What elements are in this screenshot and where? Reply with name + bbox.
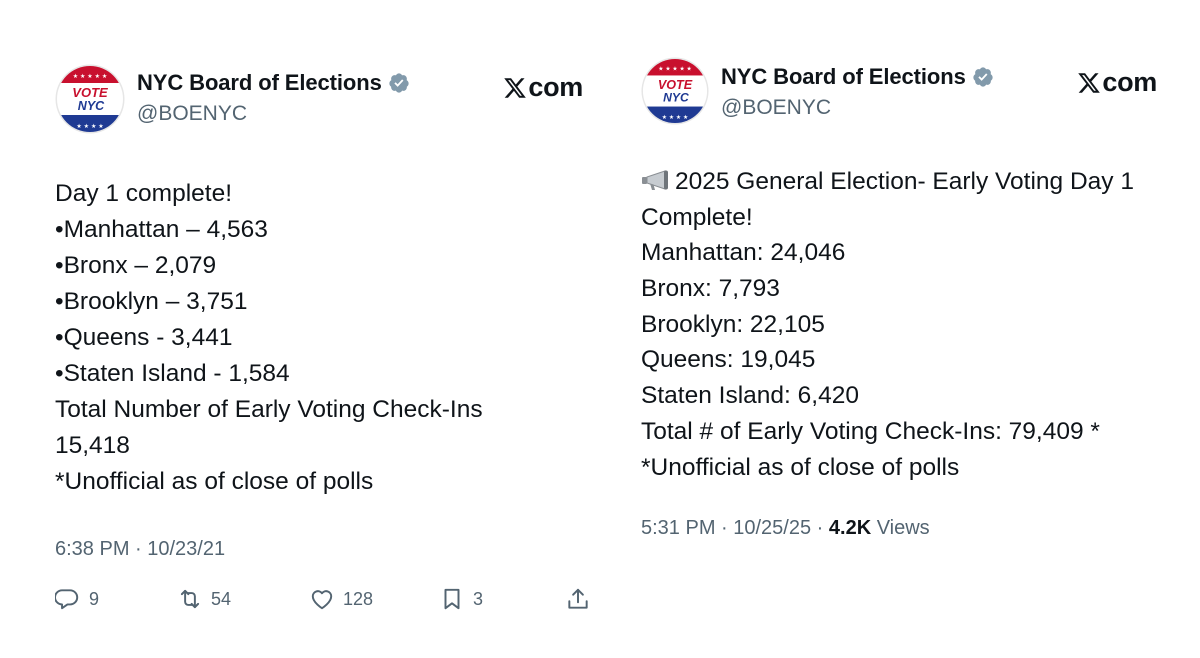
reply-count: 9	[89, 588, 100, 609]
svg-text:★ ★ ★ ★: ★ ★ ★ ★	[76, 123, 103, 130]
tweet-line: •Queens - 3,441	[55, 324, 233, 351]
svg-text:VOTE: VOTE	[72, 85, 108, 100]
svg-text:★ ★ ★ ★ ★: ★ ★ ★ ★ ★	[73, 73, 108, 80]
tweet-line: Queens: 19,045	[641, 346, 816, 374]
like-button[interactable]: 128	[309, 586, 373, 612]
avatar[interactable]: ★ ★ ★ ★ ★ ★ ★ ★ ★ VOTE NYC	[55, 64, 125, 134]
heart-icon	[311, 590, 333, 610]
tweet-line: •Staten Island - 1,584	[55, 360, 290, 387]
retweet-icon	[180, 589, 200, 609]
timestamp[interactable]: 6:38 PM · 10/23/21	[55, 538, 225, 561]
tweet-line: •Bronx – 2,079	[55, 252, 217, 279]
tweet-card-2025[interactable]: ★ ★ ★ ★ ★ ★ ★ ★ ★ VOTE NYC NYC Board of …	[641, 57, 1181, 557]
x-com-watermark: com	[503, 72, 583, 103]
tweet-line: Total Number of Early Voting Check-Ins	[55, 396, 483, 423]
like-count: 128	[343, 588, 374, 609]
x-logo-icon	[503, 76, 527, 100]
display-name[interactable]: NYC Board of Elections	[721, 64, 966, 90]
retweet-button[interactable]: 54	[177, 586, 231, 612]
author-row: NYC Board of Elections	[721, 64, 994, 90]
svg-text:★ ★ ★ ★ ★: ★ ★ ★ ★ ★	[658, 66, 691, 73]
tweet-text: Day 1 complete! •Manhattan – 4,563 •Bron…	[55, 176, 483, 500]
tweet-line: Day 1 complete!	[55, 180, 233, 207]
bookmark-icon	[444, 588, 460, 610]
bookmark-button[interactable]: 3	[439, 586, 483, 612]
tweet-line: Complete!	[641, 203, 753, 231]
tweet-line: Staten Island: 6,420	[641, 382, 859, 410]
author-row: NYC Board of Elections	[137, 70, 410, 96]
timestamp[interactable]: 5:31 PM · 10/25/25 ·	[641, 517, 829, 539]
action-bar: 9 54 128 3	[55, 586, 595, 616]
verified-badge-icon[interactable]	[388, 72, 410, 94]
svg-text:★ ★ ★ ★: ★ ★ ★ ★	[662, 114, 688, 121]
share-icon	[568, 588, 588, 609]
megaphone-icon	[641, 169, 673, 191]
handle[interactable]: @BOENYC	[721, 96, 831, 120]
tweet-line: Manhattan: 24,046	[641, 239, 846, 267]
share-button[interactable]	[565, 586, 591, 612]
vote-nyc-logo: ★ ★ ★ ★ ★ ★ ★ ★ ★ VOTE NYC	[641, 57, 709, 125]
retweet-count: 54	[211, 588, 232, 609]
source-label: com	[528, 72, 583, 102]
verified-badge-icon[interactable]	[972, 66, 994, 88]
tweet-line: •Brooklyn – 3,751	[55, 288, 248, 315]
views-count[interactable]: 4.2K	[829, 517, 871, 539]
tweet-line-first: 2025 General Election- Early Voting Day …	[641, 164, 1134, 200]
display-name[interactable]: NYC Board of Elections	[137, 70, 382, 96]
views-label: Views	[871, 517, 930, 539]
reply-icon	[55, 589, 79, 610]
tweet-line: Brooklyn: 22,105	[641, 310, 825, 338]
tweet-line: Bronx: 7,793	[641, 275, 780, 303]
timestamp-and-views: 5:31 PM · 10/25/25 · 4.2K Views	[641, 517, 930, 540]
tweet-line: •Manhattan – 4,563	[55, 216, 268, 243]
avatar[interactable]: ★ ★ ★ ★ ★ ★ ★ ★ ★ VOTE NYC	[641, 57, 709, 125]
tweet-text: 2025 General Election- Early Voting Day …	[641, 164, 1134, 485]
handle[interactable]: @BOENYC	[137, 102, 247, 126]
x-com-watermark: com	[1077, 67, 1157, 98]
x-logo-icon	[1077, 71, 1101, 95]
svg-text:NYC: NYC	[663, 91, 689, 105]
tweet-line: *Unofficial as of close of polls	[641, 453, 960, 481]
tweet-card-2021[interactable]: ★ ★ ★ ★ ★ ★ ★ ★ ★ VOTE NYC NYC Board of …	[55, 64, 595, 644]
reply-button[interactable]: 9	[55, 586, 99, 612]
tweet-line: *Unofficial as of close of polls	[55, 468, 374, 495]
tweet-line: 15,418	[55, 432, 130, 459]
source-label: com	[1102, 67, 1157, 97]
svg-text:NYC: NYC	[78, 99, 105, 113]
tweet-line: 2025 General Election- Early Voting Day …	[675, 168, 1134, 195]
tweet-line: Total # of Early Voting Check-Ins: 79,40…	[641, 417, 1100, 445]
vote-nyc-logo: ★ ★ ★ ★ ★ ★ ★ ★ ★ VOTE NYC	[55, 64, 125, 134]
bookmark-count: 3	[473, 588, 484, 609]
